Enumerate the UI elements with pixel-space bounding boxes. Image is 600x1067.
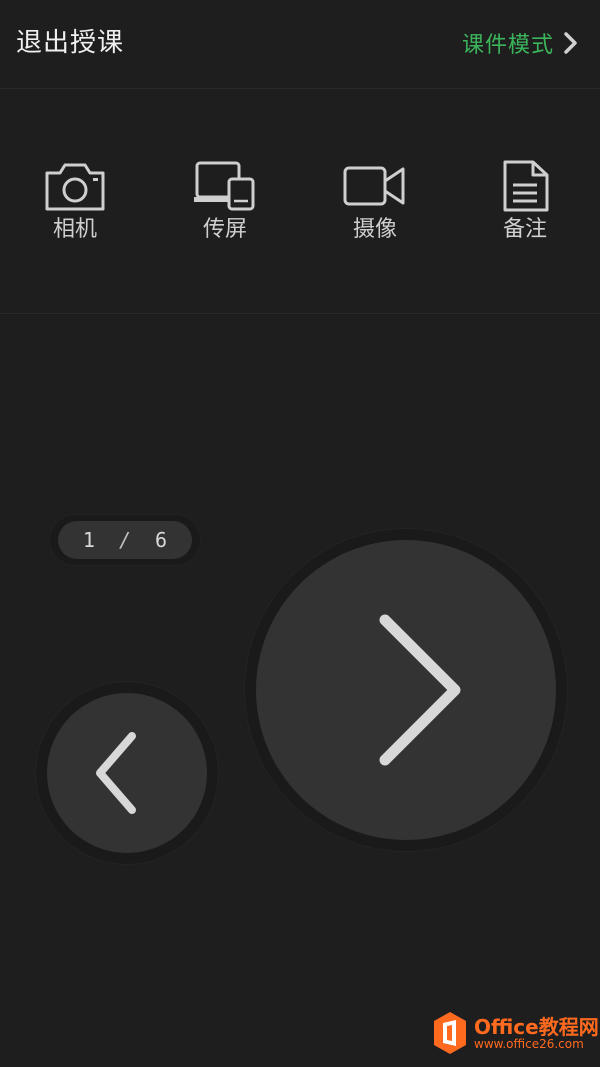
- page-counter-pill: 1 / 6: [58, 521, 192, 559]
- previous-page-button[interactable]: [47, 693, 207, 853]
- watermark-url: www.office26.com: [474, 1037, 584, 1051]
- office-logo-icon: [434, 1012, 466, 1054]
- camera-icon: [45, 163, 105, 211]
- total-pages: 6: [155, 528, 168, 552]
- notes-icon: [503, 160, 549, 212]
- watermark-title: Office教程网: [474, 1015, 599, 1039]
- screen-cast-button[interactable]: 传屏: [165, 159, 285, 245]
- exit-class-button[interactable]: 退出授课: [16, 22, 124, 64]
- chevron-right-icon: [564, 32, 577, 54]
- video-camera-label: 摄像: [352, 217, 397, 242]
- courseware-mode-label: 课件模式: [461, 33, 554, 58]
- page-separator: /: [118, 528, 132, 552]
- next-page-button[interactable]: [256, 540, 556, 840]
- tool-panel: 相机 传屏 摄像 备注: [0, 89, 600, 314]
- video-camera-icon: [343, 166, 405, 206]
- screen-cast-icon: [194, 161, 255, 211]
- watermark: Office教程网 www.office26.com: [432, 1009, 599, 1059]
- notes-label: 备注: [502, 217, 547, 242]
- chevron-left-icon: [96, 732, 136, 814]
- video-camera-button[interactable]: 摄像: [315, 159, 435, 245]
- screen-cast-label: 传屏: [202, 217, 247, 242]
- chevron-right-icon: [379, 614, 461, 766]
- courseware-mode-button[interactable]: 课件模式: [462, 22, 580, 64]
- notes-button[interactable]: 备注: [465, 159, 585, 245]
- top-bar: 退出授课 课件模式: [0, 0, 600, 89]
- current-page: 1: [82, 528, 95, 552]
- page-counter: 1 / 6: [50, 515, 200, 565]
- camera-button[interactable]: 相机: [15, 159, 135, 245]
- camera-label: 相机: [52, 217, 97, 242]
